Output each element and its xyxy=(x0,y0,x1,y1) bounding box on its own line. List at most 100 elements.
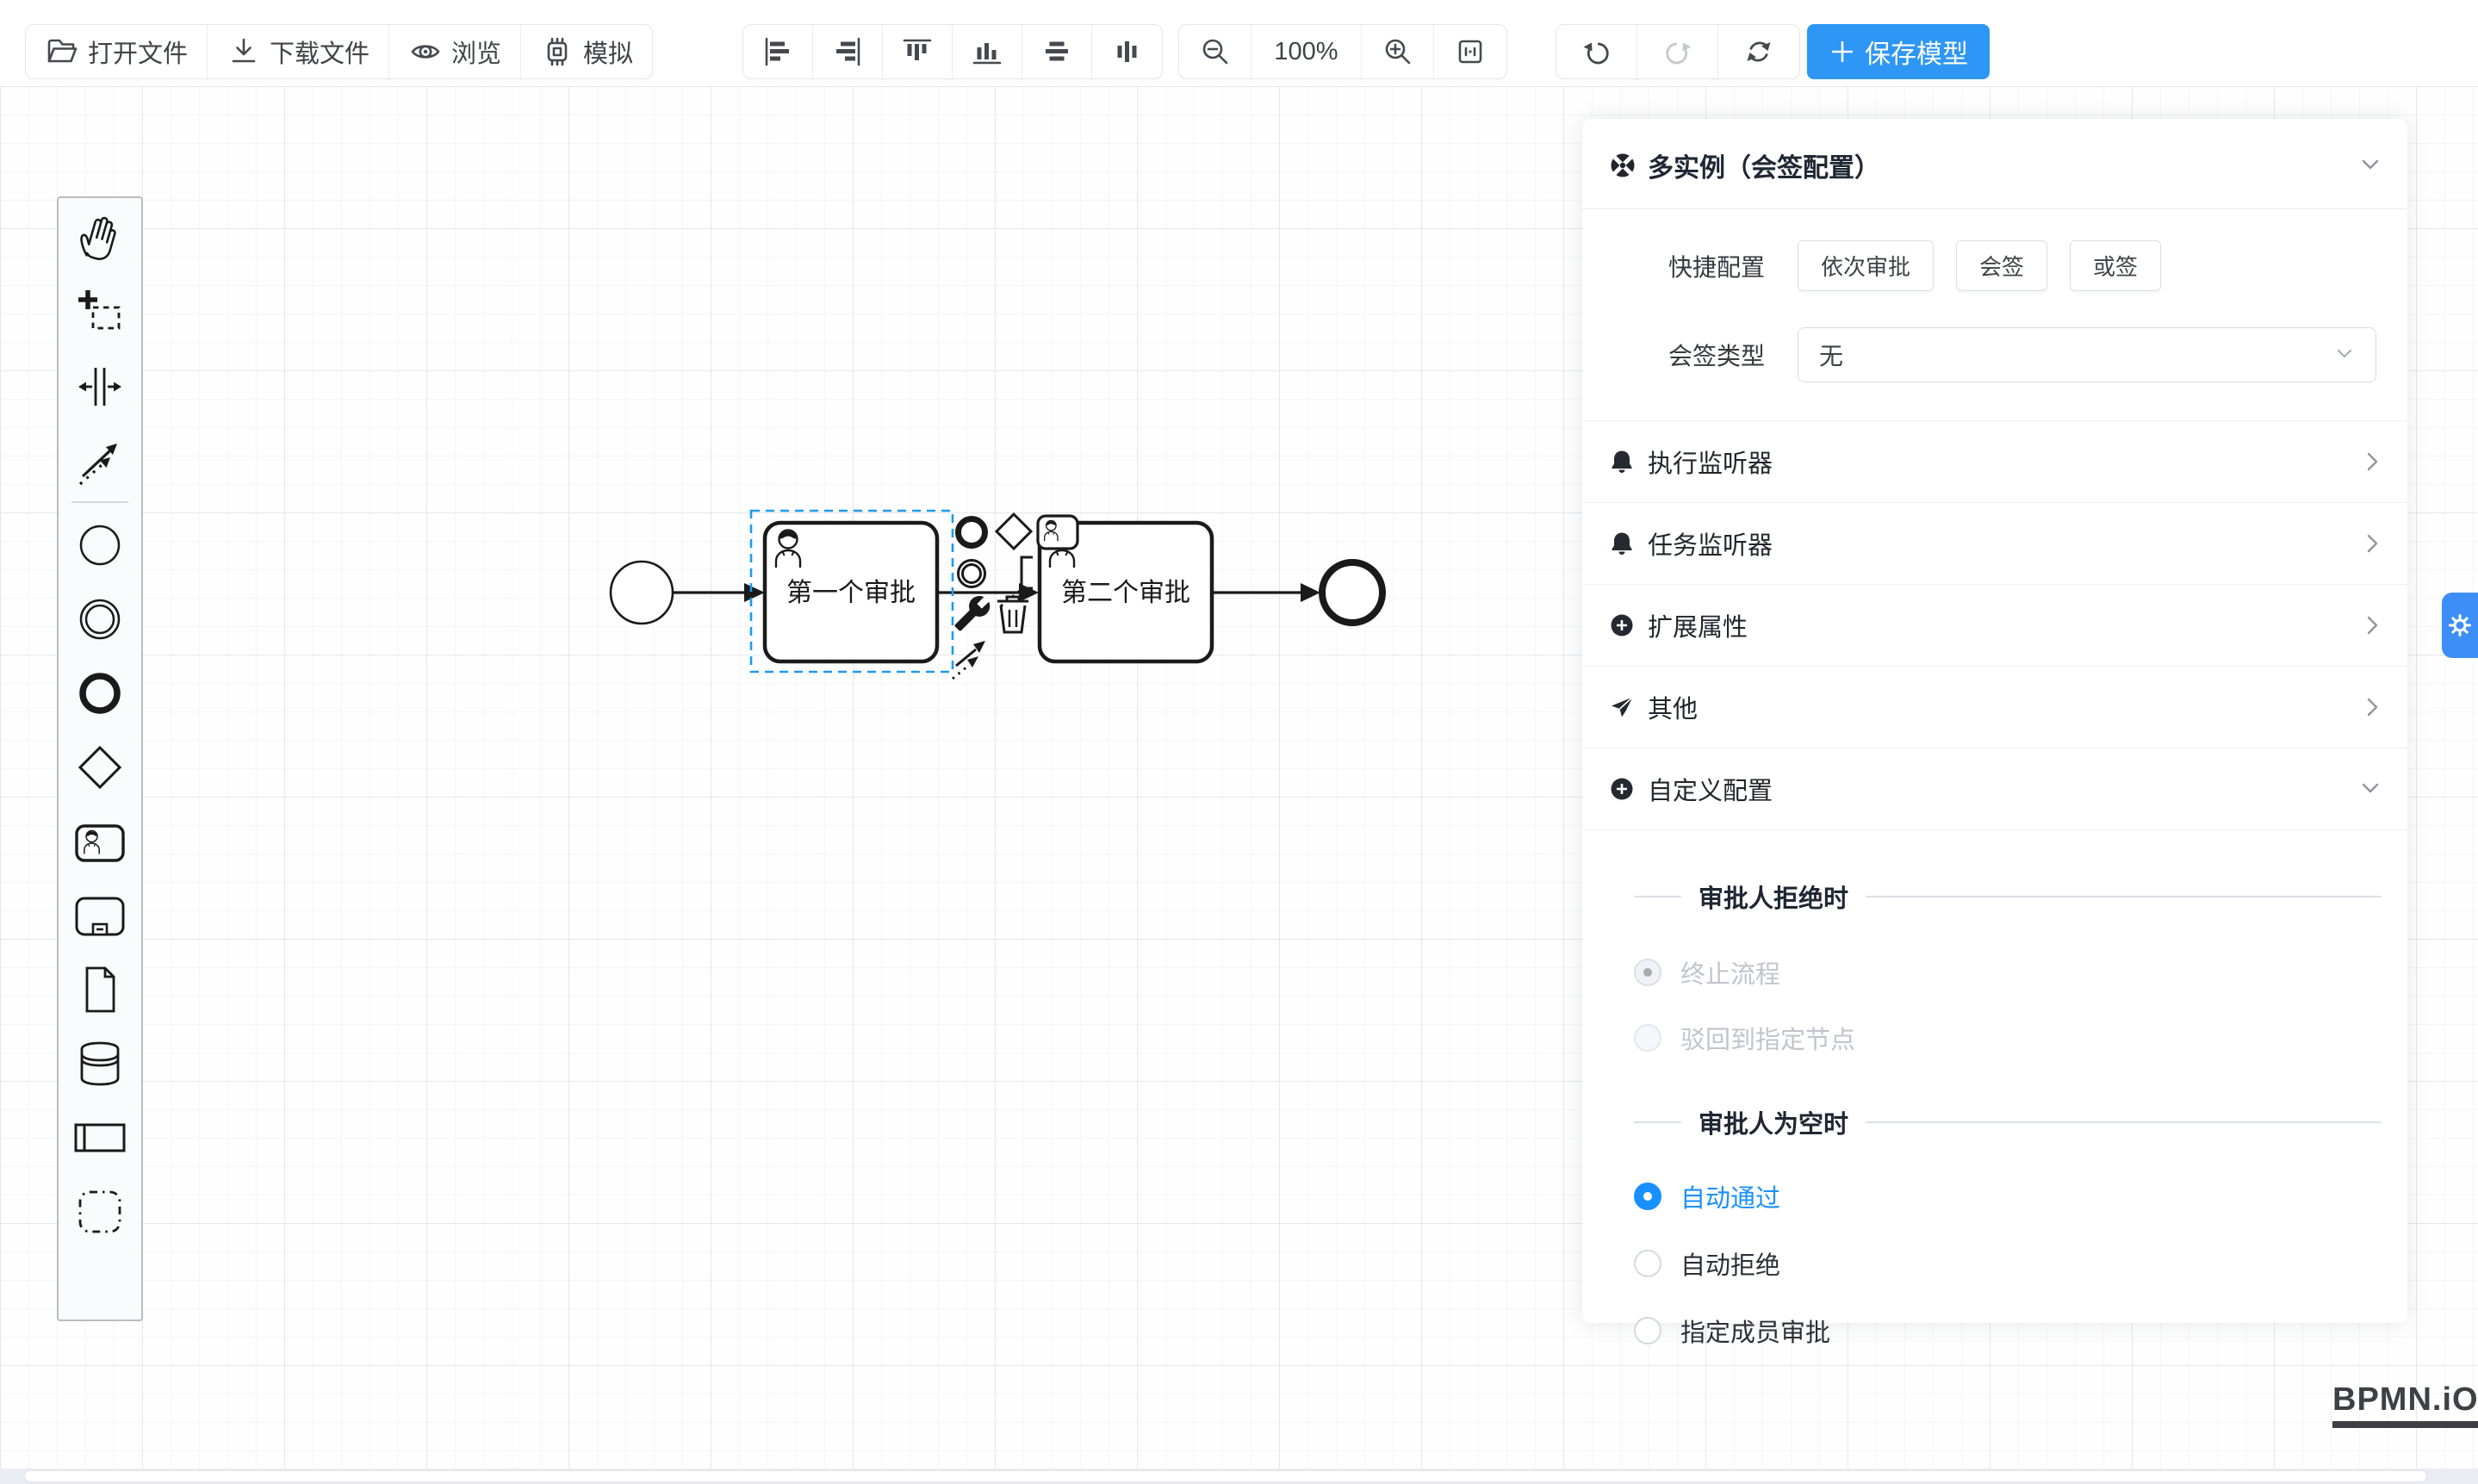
quick-config-options: 依次审批 会签 或签 xyxy=(1798,240,2161,291)
horizontal-scrollbar-thumb[interactable] xyxy=(24,1470,2427,1482)
download-file-button[interactable]: 下载文件 xyxy=(208,25,389,78)
start-event[interactable] xyxy=(611,562,673,624)
align-top-button[interactable] xyxy=(883,25,953,78)
sign-type-value: 无 xyxy=(1819,338,1843,372)
folder-open-icon xyxy=(45,34,79,69)
divider-line xyxy=(1866,896,2382,897)
align-right-button[interactable] xyxy=(813,25,883,78)
section-extended-properties[interactable]: 扩展属性 xyxy=(1582,584,2407,666)
properties-panel: 多实例（会签配置） 快捷配置 依次审批 会签 或签 会签类型 无 执行监听器 xyxy=(1582,119,2407,1323)
create-end-event[interactable] xyxy=(59,656,141,730)
chip-icon xyxy=(540,34,574,69)
lasso-tool-icon xyxy=(72,285,127,340)
create-user-task[interactable] xyxy=(59,804,141,879)
section-label: 自定义配置 xyxy=(1648,771,1773,807)
panel-header[interactable]: 多实例（会签配置） xyxy=(1582,119,2407,208)
chevron-down-icon[interactable] xyxy=(2359,158,2382,173)
open-file-label: 打开文件 xyxy=(88,34,188,70)
hand-tool[interactable] xyxy=(59,202,141,276)
panel-sections: 执行监听器 任务监听器 扩展属性 xyxy=(1582,420,2407,830)
create-intermediate-event[interactable] xyxy=(59,582,141,656)
align-center-horizontal-icon xyxy=(1040,34,1074,69)
history-toolbar-group xyxy=(1556,24,1800,79)
global-connect-tool[interactable] xyxy=(59,424,141,498)
section-other[interactable]: 其他 xyxy=(1582,666,2407,748)
chevron-right-icon xyxy=(2364,532,2382,555)
radio-button[interactable] xyxy=(1634,1250,1661,1277)
group-icon xyxy=(72,1184,127,1239)
radio-assign-member[interactable]: 指定成员审批 xyxy=(1634,1313,2382,1349)
radio-button[interactable] xyxy=(1634,1183,1661,1210)
chevron-right-icon xyxy=(2364,614,2382,636)
reset-button[interactable] xyxy=(1718,25,1799,78)
data-store-icon xyxy=(72,1036,127,1091)
section-execution-listener[interactable]: 执行监听器 xyxy=(1582,420,2407,502)
reject-group-title: 审批人拒绝时 xyxy=(1634,879,2382,915)
fit-viewport-button[interactable] xyxy=(1434,25,1506,78)
send-icon xyxy=(1608,693,1636,721)
radio-auto-reject[interactable]: 自动拒绝 xyxy=(1634,1245,2382,1282)
plus-circle-icon xyxy=(1608,775,1636,803)
user-task-1-label: 第一个审批 xyxy=(786,579,916,607)
append-intermediate-event-icon xyxy=(959,561,985,587)
panel-title: 多实例（会签配置） xyxy=(1648,146,1880,184)
radio-button[interactable] xyxy=(1634,1024,1661,1052)
save-model-label: 保存模型 xyxy=(1865,33,1968,71)
create-participant[interactable] xyxy=(59,1101,141,1175)
align-top-icon xyxy=(900,34,935,69)
create-data-object[interactable] xyxy=(59,953,141,1027)
align-right-icon xyxy=(830,34,865,69)
create-group[interactable] xyxy=(59,1175,141,1249)
user-task-1[interactable]: 第一个审批 xyxy=(765,523,937,661)
lasso-tool[interactable] xyxy=(59,276,141,350)
open-file-button[interactable]: 打开文件 xyxy=(26,25,208,78)
align-center-vertical-button[interactable] xyxy=(1092,25,1162,78)
gateway-icon xyxy=(72,740,127,795)
download-icon xyxy=(227,34,261,69)
redo-icon xyxy=(1661,34,1695,69)
plus-circle-icon xyxy=(1608,612,1636,639)
zoom-out-button[interactable] xyxy=(1179,25,1251,78)
radio-button[interactable] xyxy=(1634,1317,1661,1344)
eye-icon xyxy=(408,34,443,69)
simulate-label: 模拟 xyxy=(583,34,633,70)
align-center-horizontal-button[interactable] xyxy=(1022,25,1092,78)
space-tool[interactable] xyxy=(59,350,141,424)
radio-terminate-process[interactable]: 终止流程 xyxy=(1634,954,2382,990)
align-left-button[interactable] xyxy=(743,25,813,78)
zoom-out-icon xyxy=(1198,34,1233,69)
simulate-button[interactable]: 模拟 xyxy=(521,25,652,78)
undo-button[interactable] xyxy=(1556,25,1637,78)
global-connect-tool-icon xyxy=(72,433,127,488)
quick-config-countersign-button[interactable]: 会签 xyxy=(1956,240,2047,291)
create-start-event[interactable] xyxy=(59,508,141,582)
create-subprocess[interactable] xyxy=(59,879,141,953)
divider-line xyxy=(1634,896,1681,897)
align-bottom-button[interactable] xyxy=(953,25,1022,78)
sign-type-row: 会签类型 无 xyxy=(1608,327,2382,382)
sign-type-select[interactable]: 无 xyxy=(1798,327,2376,382)
end-event[interactable] xyxy=(1322,562,1382,623)
quick-config-sequential-button[interactable]: 依次审批 xyxy=(1798,240,1934,291)
section-task-listener[interactable]: 任务监听器 xyxy=(1582,502,2407,584)
bpmn-io-watermark[interactable]: BPMN.iO xyxy=(2332,1382,2478,1428)
zoom-in-icon xyxy=(1381,34,1415,69)
settings-tab[interactable] xyxy=(2442,593,2478,658)
radio-auto-pass[interactable]: 自动通过 xyxy=(1634,1178,2382,1214)
zoom-in-button[interactable] xyxy=(1362,25,1434,78)
radio-return-to-node[interactable]: 驳回到指定节点 xyxy=(1634,1020,2382,1056)
file-toolbar-group: 打开文件 下载文件 浏览 模拟 xyxy=(25,24,653,79)
create-gateway[interactable] xyxy=(59,730,141,804)
quick-config-orsign-button[interactable]: 或签 xyxy=(2070,240,2161,291)
quick-config-label: 快捷配置 xyxy=(1608,249,1765,283)
start-event-icon xyxy=(72,518,127,573)
radio-button[interactable] xyxy=(1634,959,1661,986)
section-custom-config[interactable]: 自定义配置 xyxy=(1582,748,2407,829)
user-task-2-label: 第二个审批 xyxy=(1061,579,1190,607)
save-model-button[interactable]: 保存模型 xyxy=(1807,24,1990,79)
redo-button[interactable] xyxy=(1637,25,1718,78)
create-data-store[interactable] xyxy=(59,1027,141,1101)
zoom-level[interactable]: 100% xyxy=(1251,25,1362,78)
preview-button[interactable]: 浏览 xyxy=(389,25,521,78)
radio-label: 终止流程 xyxy=(1680,954,1780,990)
